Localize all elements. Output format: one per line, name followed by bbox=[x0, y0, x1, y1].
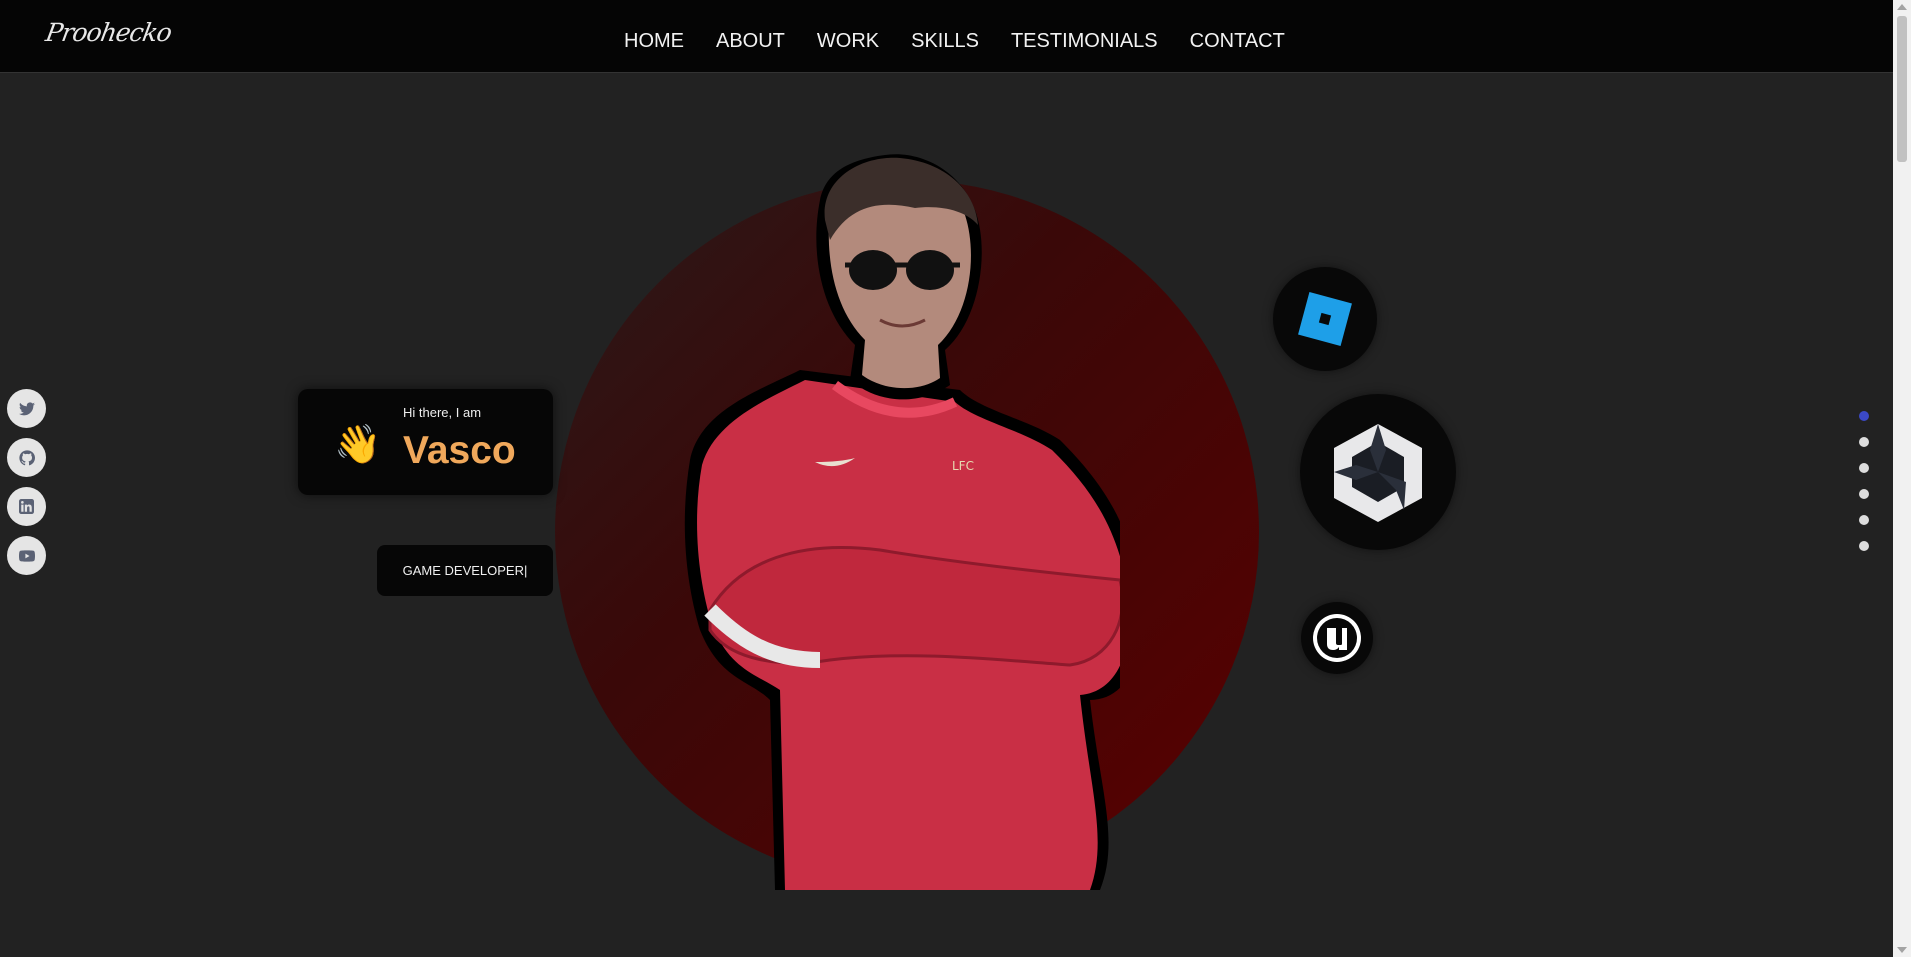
roblox-icon bbox=[1298, 292, 1352, 346]
section-dot-3[interactable] bbox=[1859, 463, 1869, 473]
greeting-text: Hi there, I am bbox=[403, 405, 482, 420]
linkedin-icon bbox=[19, 499, 34, 514]
greeting-card: 👋 Hi there, I am Vasco bbox=[298, 389, 553, 495]
twitter-icon bbox=[18, 401, 35, 415]
waving-hand-icon: 👋 bbox=[334, 424, 382, 466]
nav-links: HOME ABOUT WORK SKILLS TESTIMONIALS CONT… bbox=[624, 30, 1285, 53]
youtube-button[interactable] bbox=[7, 536, 46, 575]
section-dot-6[interactable] bbox=[1859, 541, 1869, 551]
unreal-icon bbox=[1313, 614, 1361, 662]
nav-link-testimonials[interactable]: TESTIMONIALS bbox=[1011, 30, 1158, 53]
unity-icon bbox=[1334, 424, 1422, 522]
nav-link-home[interactable]: HOME bbox=[624, 30, 684, 53]
top-navbar: Proohecko HOME ABOUT WORK SKILLS TESTIMO… bbox=[0, 0, 1893, 73]
role-card: GAME DEVELOPER| bbox=[377, 545, 553, 596]
github-icon bbox=[18, 449, 35, 465]
scroll-up-arrow-icon[interactable] bbox=[1897, 4, 1907, 10]
nav-link-contact[interactable]: CONTACT bbox=[1190, 30, 1285, 53]
roblox-badge bbox=[1273, 267, 1377, 371]
role-text: GAME DEVELOPER| bbox=[402, 563, 528, 578]
linkedin-button[interactable] bbox=[7, 487, 46, 526]
nav-link-about[interactable]: ABOUT bbox=[716, 30, 785, 53]
scroll-thumb[interactable] bbox=[1897, 16, 1907, 162]
twitter-button[interactable] bbox=[7, 389, 46, 428]
nav-link-skills[interactable]: SKILLS bbox=[911, 30, 979, 53]
section-dot-5[interactable] bbox=[1859, 515, 1869, 525]
profile-photo: LFC bbox=[684, 154, 1120, 890]
svg-text:LFC: LFC bbox=[952, 459, 974, 473]
unity-badge bbox=[1300, 394, 1456, 550]
section-pagination bbox=[1859, 411, 1869, 551]
hero-name: Vasco bbox=[403, 429, 516, 472]
nav-link-work[interactable]: WORK bbox=[817, 30, 879, 53]
section-dot-4[interactable] bbox=[1859, 489, 1869, 499]
github-button[interactable] bbox=[7, 438, 46, 477]
page-scrollbar[interactable] bbox=[1893, 0, 1911, 957]
unreal-badge bbox=[1301, 602, 1373, 674]
section-dot-1[interactable] bbox=[1859, 411, 1869, 421]
social-links bbox=[7, 389, 46, 575]
youtube-icon bbox=[18, 549, 35, 562]
section-dot-2[interactable] bbox=[1859, 437, 1869, 447]
site-logo[interactable]: Proohecko bbox=[43, 18, 173, 47]
scroll-down-arrow-icon[interactable] bbox=[1897, 947, 1907, 953]
